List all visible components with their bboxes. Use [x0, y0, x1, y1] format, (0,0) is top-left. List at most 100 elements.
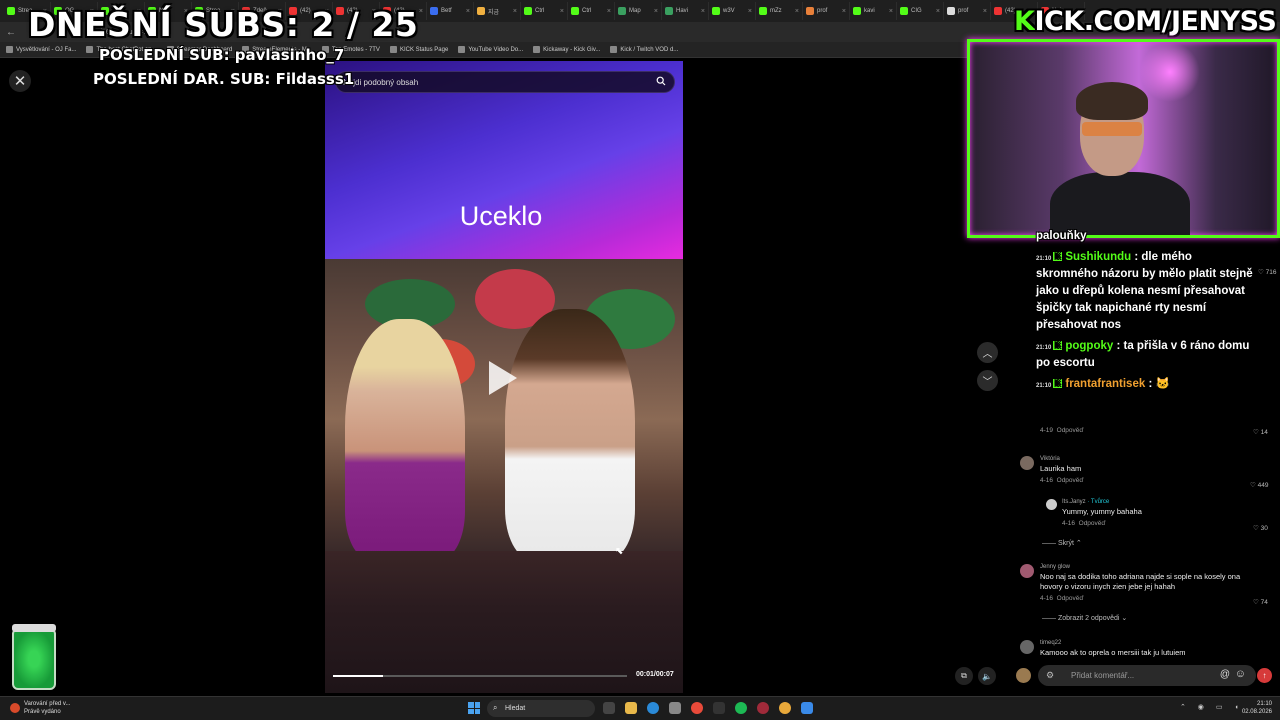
bookmark-label: Kickaway - Kick Giv...: [543, 46, 601, 53]
notepad-icon[interactable]: [801, 702, 813, 714]
chrome-profile-icon[interactable]: [779, 702, 791, 714]
tab-close-icon[interactable]: ×: [983, 8, 987, 15]
tab-close-icon[interactable]: ×: [936, 8, 940, 15]
like-count[interactable]: ♡ 74: [1253, 598, 1268, 606]
bookmark-item[interactable]: YouTube Video Do...: [458, 46, 523, 53]
video-progress-bar[interactable]: [333, 675, 627, 677]
task-view-icon[interactable]: [603, 702, 615, 714]
tab-favicon-icon: [853, 7, 861, 15]
browser-tab[interactable]: mZz ×: [756, 2, 803, 20]
tab-close-icon[interactable]: ×: [795, 8, 799, 15]
reply-link[interactable]: Odpověď: [1079, 520, 1106, 527]
browser-tab[interactable]: 지금 ×: [474, 2, 521, 20]
like-count[interactable]: ♡ 449: [1250, 481, 1269, 489]
browser-tab[interactable]: Map ×: [615, 2, 662, 20]
browser-tab[interactable]: prof ×: [944, 2, 991, 20]
bookmark-item[interactable]: Kick / Twitch VOD d...: [610, 46, 678, 53]
store-icon[interactable]: [669, 702, 681, 714]
last-gift-sub-overlay: POSLEDNÍ DAR. SUB: Fildasss1: [93, 70, 355, 88]
back-arrow-icon[interactable]: ←: [6, 27, 20, 38]
avatar[interactable]: [1016, 668, 1031, 683]
tab-close-icon[interactable]: ×: [701, 8, 705, 15]
bookmark-item[interactable]: Kickaway - Kick Giv...: [533, 46, 600, 53]
like-count[interactable]: ♡ 14: [1253, 428, 1268, 436]
browser-tab[interactable]: Ctrl ×: [568, 2, 615, 20]
tab-close-icon[interactable]: ×: [466, 8, 470, 15]
tab-favicon-icon: [477, 7, 485, 15]
tab-favicon-icon: [571, 7, 579, 15]
hide-replies-link[interactable]: —— Skrýt ⌃: [1042, 539, 1082, 547]
tab-close-icon[interactable]: ×: [560, 8, 564, 15]
browser-tab[interactable]: Havi ×: [662, 2, 709, 20]
browser-tab[interactable]: kavi ×: [850, 2, 897, 20]
weather-warning[interactable]: Varování před v... Právě vydáno: [10, 700, 70, 716]
tab-favicon-icon: [524, 7, 532, 15]
avatar[interactable]: [1020, 640, 1034, 654]
search-icon: ⌕: [493, 703, 498, 712]
next-video-button[interactable]: ﹀: [977, 370, 998, 391]
file-explorer-icon[interactable]: [625, 702, 637, 714]
avatar[interactable]: [1020, 456, 1034, 470]
bookmark-item[interactable]: KICK Status Page: [389, 46, 449, 53]
reply-link[interactable]: Odpověď: [1057, 477, 1084, 484]
chrome-icon[interactable]: [691, 702, 703, 714]
volume-button[interactable]: 🔈: [978, 667, 996, 685]
tab-close-icon[interactable]: ×: [654, 8, 658, 15]
comment-input-placeholder: Přidat komentář...: [1071, 671, 1135, 680]
gif-icon[interactable]: ⚙: [1046, 670, 1054, 681]
like-count[interactable]: ♡ 716: [1258, 268, 1277, 276]
tab-label: mZz: [770, 8, 782, 14]
tab-close-icon[interactable]: ×: [607, 8, 611, 15]
play-icon[interactable]: [489, 361, 517, 395]
tab-favicon-icon: [994, 7, 1002, 15]
chat-line: palouňky: [1036, 230, 1087, 242]
previous-video-button[interactable]: ︿: [977, 342, 998, 363]
video-player[interactable]: Uceklo: [325, 61, 683, 693]
tab-close-icon[interactable]: ×: [748, 8, 752, 15]
edge-icon[interactable]: [647, 702, 659, 714]
pip-button[interactable]: ⧉: [955, 667, 973, 685]
tab-close-icon[interactable]: ×: [842, 8, 846, 15]
bookmark-icon: [86, 46, 94, 53]
close-icon: ✕: [13, 73, 27, 90]
terminal-icon[interactable]: [713, 702, 725, 714]
send-button[interactable]: ↑: [1257, 668, 1272, 683]
browser-tab[interactable]: w3V ×: [709, 2, 756, 20]
tab-label: Betf: [441, 8, 452, 14]
search-icon[interactable]: [656, 76, 666, 86]
similar-content-search[interactable]: Najdi podobný obsah: [335, 71, 675, 93]
avatar[interactable]: [1046, 499, 1057, 510]
mention-icon[interactable]: @: [1220, 669, 1230, 680]
tab-close-icon[interactable]: ×: [889, 8, 893, 15]
video-lower-area: [325, 551, 683, 693]
bookmark-icon: [533, 46, 541, 53]
emoji-icon[interactable]: ☺: [1235, 668, 1246, 680]
start-button[interactable]: [468, 702, 480, 714]
avatar[interactable]: [1020, 564, 1034, 578]
comment-input[interactable]: ⚙ Přidat komentář... @ ☺: [1038, 665, 1256, 686]
browser-tab[interactable]: CIG ×: [897, 2, 944, 20]
tab-close-icon[interactable]: ×: [419, 8, 423, 15]
tab-favicon-icon: [430, 7, 438, 15]
chevron-down-icon: ﹀: [982, 377, 993, 388]
tab-label: prof: [817, 8, 828, 14]
tab-label: Ctrl: [582, 8, 592, 14]
reply-link[interactable]: Odpověď: [1057, 595, 1084, 602]
browser-tab[interactable]: prof ×: [803, 2, 850, 20]
browser-tab[interactable]: Betf ×: [427, 2, 474, 20]
system-tray-icons[interactable]: ⌃ ◉ ▭ ◖: [1180, 703, 1244, 711]
spotify-icon[interactable]: [735, 702, 747, 714]
tab-favicon-icon: [806, 7, 814, 15]
taskbar-search[interactable]: ⌕ Hledat: [487, 700, 595, 717]
like-count[interactable]: ♡ 30: [1253, 524, 1268, 532]
bookmark-item[interactable]: Vysvětlování - OJ Fa...: [6, 46, 76, 53]
tab-label: Map: [629, 8, 641, 14]
show-replies-link[interactable]: —— Zobrazit 2 odpovědi ⌄: [1042, 614, 1127, 622]
bookmark-label: KICK Status Page: [399, 46, 449, 53]
browser-tab[interactable]: Ctrl ×: [521, 2, 568, 20]
close-button[interactable]: ✕: [9, 70, 31, 92]
tab-close-icon[interactable]: ×: [513, 8, 517, 15]
obs-icon[interactable]: [757, 702, 769, 714]
clock[interactable]: 21:10 02.08.2026: [1242, 700, 1272, 716]
tab-favicon-icon: [665, 7, 673, 15]
